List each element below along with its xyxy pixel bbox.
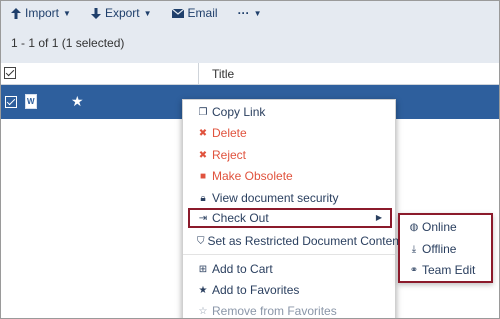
menu-item-label: Add to Favorites [212, 283, 300, 297]
select-all-checkbox[interactable] [4, 67, 16, 79]
menu-item-label: View document security [212, 191, 339, 205]
menu-item-label: Reject [212, 148, 247, 162]
x-icon: ✖ [198, 149, 208, 161]
arrow-down-icon [90, 7, 101, 19]
menu-item-label: Remove from Favorites [212, 304, 337, 318]
menu-item-delete[interactable]: ✖ Delete [183, 123, 395, 143]
cart-icon: ⊞ [198, 263, 208, 275]
submenu-item-label: Offline [422, 242, 457, 256]
menu-item-make-obsolete[interactable]: ■ Make Obsolete [183, 166, 395, 186]
submenu-item-offline[interactable]: ⤓ Offline [400, 239, 491, 259]
email-button[interactable]: Email [171, 6, 218, 20]
submenu-arrow-icon: ▶ [375, 213, 382, 222]
menu-item-restricted-content[interactable]: ⛉ Set as Restricted Document Content [183, 231, 402, 251]
menu-item-label: Make Obsolete [212, 169, 293, 183]
download-icon: ⤓ [411, 243, 417, 255]
word-document-icon: W [25, 94, 37, 109]
table-header: Title [1, 63, 499, 85]
menu-divider [183, 254, 395, 255]
menu-item-label: Check Out [212, 211, 269, 225]
submenu-item-online[interactable]: ◍ Online [400, 217, 491, 237]
document-list-window: Import ▼ Export ▼ Email ··· ▼ 1 - 1 of 1… [0, 0, 500, 319]
menu-item-label: Copy Link [212, 105, 266, 119]
folder-icon: ■ [199, 170, 207, 182]
row-checkbox[interactable] [5, 96, 17, 108]
menu-item-add-to-favorites[interactable]: ★ Add to Favorites [183, 280, 395, 300]
menu-item-label: Add to Cart [212, 262, 273, 276]
more-actions-button[interactable]: ··· ▼ [238, 6, 262, 20]
lock-icon: 🔒︎ [200, 192, 206, 204]
file-type-letter: W [27, 97, 35, 106]
menu-item-add-to-cart[interactable]: ⊞ Add to Cart [183, 259, 395, 279]
caret-down-icon: ▼ [63, 8, 71, 18]
star-icon: ★ [198, 284, 208, 296]
column-header-title[interactable]: Title [212, 67, 234, 81]
envelope-icon [171, 8, 184, 18]
menu-item-view-security[interactable]: 🔒︎ View document security [183, 188, 395, 208]
menu-item-check-out[interactable]: ⇥ Check Out ▶ [188, 208, 392, 228]
shield-icon: ⛉ [197, 235, 205, 247]
check-out-submenu: ◍ Online ⤓ Offline ⚭ Team Edit [398, 213, 493, 283]
menu-item-label: Delete [212, 126, 247, 140]
menu-item-label: Set as Restricted Document Content [207, 234, 403, 248]
star-outline-icon: ☆ [198, 305, 208, 317]
caret-down-icon: ▼ [253, 8, 262, 18]
toolbar: Import ▼ Export ▼ Email ··· ▼ [1, 1, 499, 25]
copy-icon: ❐ [198, 106, 208, 118]
import-label: Import [25, 6, 60, 20]
export-label: Export [104, 6, 140, 20]
caret-down-icon: ▼ [143, 8, 152, 18]
submenu-item-team-edit[interactable]: ⚭ Team Edit [400, 260, 491, 280]
star-icon[interactable]: ★ [71, 93, 84, 110]
more-label: ··· [237, 6, 250, 20]
menu-item-reject[interactable]: ✖ Reject [183, 145, 395, 165]
sign-out-icon: ⇥ [198, 212, 208, 224]
menu-item-remove-from-favorites[interactable]: ☆ Remove from Favorites [183, 301, 395, 318]
context-menu: ❐ Copy Link ✖ Delete ✖ Reject ■ Make Obs… [182, 99, 402, 318]
arrow-up-icon [11, 7, 21, 19]
globe-icon: ◍ [409, 221, 419, 233]
email-label: Email [187, 6, 218, 20]
menu-item-copy-link[interactable]: ❐ Copy Link [183, 102, 395, 122]
handshake-icon: ⚭ [409, 264, 419, 276]
selection-count: 1 - 1 of 1 (1 selected) [1, 25, 499, 63]
submenu-item-label: Team Edit [422, 263, 476, 277]
x-icon: ✖ [198, 127, 208, 139]
submenu-item-label: Online [422, 220, 457, 234]
import-button[interactable]: Import ▼ [11, 6, 71, 20]
export-button[interactable]: Export ▼ [90, 6, 152, 20]
column-divider[interactable] [198, 63, 199, 85]
